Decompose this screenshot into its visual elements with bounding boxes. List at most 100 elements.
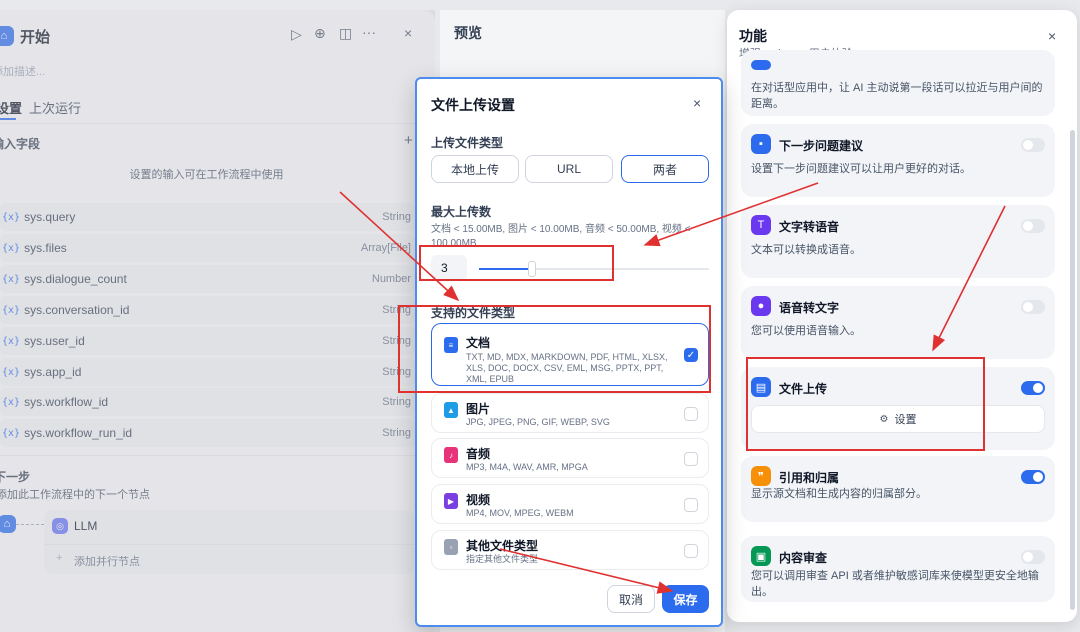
settings-icon: ⚙ — [879, 413, 889, 425]
option-url[interactable]: URL — [525, 155, 613, 183]
speech-to-text-toggle[interactable] — [1021, 300, 1045, 314]
variable-row: {x} sys.dialogue_count Number — [0, 265, 415, 293]
next-node-card: ◎ LLM + 添加并行节点 — [44, 510, 414, 574]
divider — [0, 455, 435, 456]
folder-upload-icon: ▤ — [751, 377, 771, 397]
active-tab-indicator — [0, 118, 16, 120]
next-step-desc: 添加此工作流程中的下一个节点 — [0, 489, 150, 501]
document-icon: ≡ — [444, 337, 458, 353]
file-type-document[interactable]: ≡ 文档 TXT, MD, MDX, MARKDOWN, PDF, HTML, … — [431, 323, 709, 386]
max-upload-desc: 文档 < 15.00MB, 图片 < 10.00MB, 音频 < 50.00MB… — [431, 224, 691, 245]
variable-row: {x} sys.workflow_run_id String — [0, 419, 415, 447]
start-node-panel: ⌂ 开始 ▷ ⊕ ◫ ··· × 添加描述... 设置 上次运行 输入字段 + … — [0, 10, 435, 632]
feature-speech-to-text: ● 语音转文字 您可以使用语音输入。 — [741, 286, 1055, 359]
start-node-icon: ⌂ — [0, 515, 16, 533]
feature-citations: ❞ 引用和归属 显示源文档和生成内容的归属部分。 — [741, 456, 1055, 522]
slider-thumb[interactable] — [527, 261, 536, 277]
supported-types-label: 支持的文件类型 — [431, 306, 516, 320]
llm-icon: ◎ — [52, 518, 68, 534]
tab-last-run[interactable]: 上次运行 — [29, 98, 81, 117]
variable-row: {x} sys.conversation_id String — [0, 296, 415, 324]
run-icon[interactable]: ▷ — [291, 26, 302, 43]
variable-row: {x} sys.app_id String — [0, 358, 415, 386]
divider — [0, 123, 435, 124]
feature-file-upload: ▤ 文件上传 ⚙ 设置 — [741, 367, 1055, 450]
video-checkbox[interactable] — [684, 498, 698, 512]
variable-row: {x} sys.query String — [0, 203, 415, 231]
feature-suggested-questions: ▪ 下一步问题建议 设置下一步问题建议可以让用户更好的对话。 — [741, 124, 1055, 197]
option-local-upload[interactable]: 本地上传 — [431, 155, 519, 183]
image-icon: ▲ — [444, 402, 458, 418]
close-icon[interactable]: × — [404, 25, 412, 41]
variable-icon: {x} — [2, 335, 21, 347]
variable-row: {x} sys.workflow_id String — [0, 388, 415, 416]
variable-icon: {x} — [2, 304, 21, 316]
features-panel: 功能 增强 web app 用户体验 × 在对话型应用中，让 AI 主动说第一段… — [727, 10, 1077, 622]
feature-content-moderation: ▣ 内容审查 您可以调用审查 API 或者维护敏感词库来使模型更安全地输出。 — [741, 536, 1055, 602]
preview-title: 预览 — [454, 25, 482, 41]
next-step-title: 下一步 — [0, 470, 31, 484]
more-icon[interactable]: ··· — [362, 24, 376, 40]
file-type-video[interactable]: ▶ 视频 MP4, MOV, MPEG, WEBM — [431, 484, 709, 524]
audio-checkbox[interactable] — [684, 452, 698, 466]
variable-row: {x} sys.files Array[File] — [0, 234, 415, 262]
file-type-audio[interactable]: ♪ 音频 MP3, M4A, WAV, AMR, MPGA — [431, 438, 709, 478]
file-upload-settings-button[interactable]: ⚙ 设置 — [751, 405, 1045, 433]
close-icon[interactable]: × — [1048, 28, 1056, 44]
variable-row: {x} sys.user_id String — [0, 327, 415, 355]
chat-icon — [751, 60, 771, 70]
next-node-label[interactable]: LLM — [74, 519, 97, 533]
image-checkbox[interactable] — [684, 407, 698, 421]
max-upload-input[interactable]: 3 — [431, 255, 467, 281]
microphone-icon: ● — [751, 296, 771, 316]
variable-icon: {x} — [2, 396, 21, 408]
shield-icon: ▣ — [751, 546, 771, 566]
panel-title: 开始 — [20, 29, 51, 46]
citations-toggle[interactable] — [1021, 470, 1045, 484]
variable-icon: {x} — [2, 211, 21, 223]
content-moderation-toggle[interactable] — [1021, 550, 1045, 564]
max-upload-slider[interactable] — [479, 261, 709, 277]
variable-icon: {x} — [2, 366, 21, 378]
description-input[interactable]: 添加描述... — [0, 63, 45, 79]
add-parallel-icon[interactable]: + — [56, 552, 62, 564]
target-icon[interactable]: ⊕ — [314, 25, 326, 42]
close-icon[interactable]: × — [693, 95, 701, 111]
file-icon: ▫ — [444, 539, 458, 555]
slider-fill — [479, 268, 532, 270]
max-upload-label: 最大上传数 — [431, 205, 492, 219]
upload-type-label: 上传文件类型 — [431, 136, 504, 150]
option-both[interactable]: 两者 — [621, 155, 709, 183]
feature-text-to-speech: T 文字转语音 文本可以转换成语音。 — [741, 205, 1055, 278]
cancel-button[interactable]: 取消 — [607, 585, 655, 613]
text-to-speech-icon: T — [751, 215, 771, 235]
tab-settings[interactable]: 设置 — [0, 98, 22, 117]
scrollbar[interactable] — [1070, 130, 1075, 610]
suggested-questions-toggle[interactable] — [1021, 138, 1045, 152]
connector-line — [16, 524, 44, 525]
audio-icon: ♪ — [444, 447, 458, 463]
file-type-image[interactable]: ▲ 图片 JPG, JPEG, PNG, GIF, WEBP, SVG — [431, 393, 709, 433]
file-upload-toggle[interactable] — [1021, 381, 1045, 395]
features-title: 功能 — [739, 28, 767, 44]
variable-icon: {x} — [2, 242, 21, 254]
add-parallel-node[interactable]: 添加并行节点 — [74, 553, 140, 569]
video-icon: ▶ — [444, 493, 458, 509]
variable-icon: {x} — [2, 273, 21, 285]
input-hint: 设置的输入可在工作流程中使用 — [129, 169, 284, 181]
modal-title: 文件上传设置 — [431, 97, 515, 113]
quote-icon: ❞ — [751, 466, 771, 486]
split-view-icon[interactable]: ◫ — [339, 25, 352, 42]
variable-icon: {x} — [2, 427, 21, 439]
input-fields-label: 输入字段 — [0, 137, 41, 151]
file-type-other[interactable]: ▫ 其他文件类型 指定其他文件类型 — [431, 530, 709, 570]
divider — [44, 544, 414, 545]
text-to-speech-toggle[interactable] — [1021, 219, 1045, 233]
add-field-icon[interactable]: + — [404, 132, 413, 149]
file-upload-settings-modal: 文件上传设置 × 上传文件类型 本地上传 URL 两者 最大上传数 文档 < 1… — [415, 77, 723, 627]
message-icon: ▪ — [751, 134, 771, 154]
document-checkbox[interactable]: ✓ — [684, 348, 698, 362]
feature-opening-statement: 在对话型应用中，让 AI 主动说第一段话可以拉近与用户间的距离。 — [741, 50, 1055, 116]
other-checkbox[interactable] — [684, 544, 698, 558]
save-button[interactable]: 保存 — [662, 585, 709, 613]
